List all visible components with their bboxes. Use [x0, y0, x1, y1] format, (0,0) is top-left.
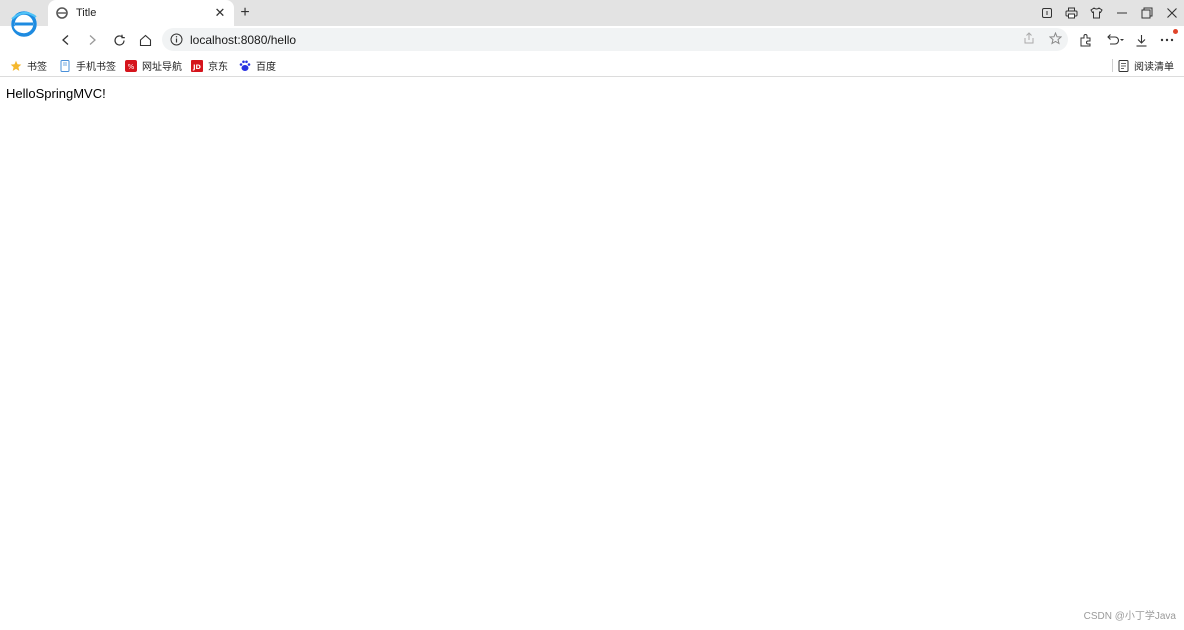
bookmark-item-mobile[interactable]: 手机书签	[59, 57, 116, 74]
more-menu-icon[interactable]	[1157, 29, 1178, 50]
download-icon[interactable]	[1131, 30, 1151, 50]
bookmark-label: 京东	[208, 62, 228, 73]
page-favicon-icon	[56, 7, 68, 19]
svg-text:JD: JD	[192, 63, 201, 71]
close-window-icon[interactable]	[1159, 0, 1184, 26]
bookmark-item-baidu[interactable]: 百度	[239, 57, 276, 74]
forward-button[interactable]	[82, 30, 102, 50]
watermark: CSDN @小丁学Java	[1083, 611, 1176, 622]
star-icon	[10, 60, 22, 72]
phone-bookmark-icon	[59, 59, 71, 72]
tab-strip: Title ✕ +	[0, 0, 1184, 26]
minimize-icon[interactable]	[1109, 0, 1134, 26]
address-bar[interactable]: localhost:8080/hello	[162, 28, 1068, 51]
new-tab-button[interactable]: +	[236, 4, 254, 22]
window-controls	[1034, 0, 1184, 26]
favorite-star-icon[interactable]	[1047, 30, 1063, 46]
share-icon[interactable]	[1021, 30, 1037, 46]
shirt-skin-icon[interactable]	[1084, 0, 1109, 26]
page-content: HelloSpringMVC! CSDN @小丁学Java	[0, 78, 1184, 630]
page-body-text: HelloSpringMVC!	[6, 86, 106, 101]
bookmark-label: 网址导航	[142, 62, 182, 73]
home-icon	[139, 34, 151, 46]
reload-icon	[113, 34, 125, 46]
url-text: localhost:8080/hello	[190, 32, 297, 47]
bookmark-item-nav[interactable]: % 网址导航	[125, 57, 182, 74]
home-button[interactable]	[135, 30, 155, 50]
close-tab-icon[interactable]: ✕	[212, 5, 228, 21]
bookmark-label: 手机书签	[76, 62, 116, 73]
reading-list-icon	[1117, 59, 1129, 72]
tab-actions-icon[interactable]	[1034, 0, 1059, 26]
reload-button[interactable]	[109, 30, 129, 50]
undo-menu-icon[interactable]	[1103, 30, 1127, 50]
bookmark-label: 百度	[256, 62, 276, 73]
jd-icon: JD	[191, 59, 203, 72]
nav-site-icon: %	[125, 59, 137, 72]
browser-logo-icon	[10, 10, 40, 40]
print-icon[interactable]	[1059, 0, 1084, 26]
notification-dot	[1173, 29, 1178, 34]
reading-list-button[interactable]: 阅读清单	[1117, 57, 1174, 74]
back-button[interactable]	[56, 30, 76, 50]
tab-title: Title	[76, 7, 97, 19]
bookmarks-divider	[1112, 59, 1113, 72]
tab-active[interactable]: Title ✕	[48, 0, 234, 26]
extensions-icon[interactable]	[1076, 30, 1096, 50]
reading-list-label: 阅读清单	[1134, 62, 1174, 73]
bookmark-item-bookmarks[interactable]: 书签	[10, 57, 47, 74]
bookmark-label: 书签	[27, 62, 47, 73]
svg-text:%: %	[128, 63, 135, 71]
bookmark-item-jd[interactable]: JD 京东	[191, 57, 228, 74]
back-arrow-icon	[62, 35, 69, 45]
bookmarks-bar: 书签 手机书签 % 网址导航 JD 京东 百度 阅读清单	[0, 54, 1184, 77]
baidu-icon	[239, 60, 251, 72]
site-info-icon[interactable]	[170, 33, 184, 47]
restore-icon[interactable]	[1134, 0, 1159, 26]
forward-arrow-icon	[89, 35, 96, 45]
toolbar: localhost:8080/hello	[0, 26, 1184, 54]
